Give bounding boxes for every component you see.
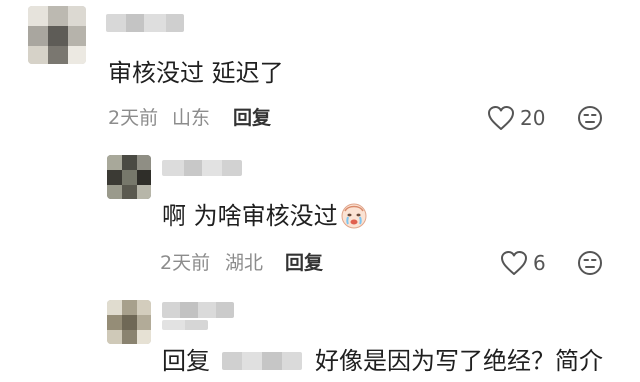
like-count: 6 — [533, 251, 546, 275]
meh-face-icon[interactable] — [577, 105, 603, 131]
comment-text: 好像是因为写了绝经？简介 — [315, 347, 603, 375]
heart-outline-icon[interactable] — [487, 105, 515, 131]
meh-face-icon[interactable] — [577, 250, 603, 276]
comment-text: 啊 为啥审核没过 — [162, 202, 338, 230]
comment-location: 湖北 — [225, 252, 264, 274]
comment-text: 审核没过 延迟了 — [108, 59, 284, 87]
avatar[interactable] — [107, 300, 151, 344]
heart-outline-icon[interactable] — [500, 250, 528, 276]
comment-time: 2天前 — [108, 107, 159, 129]
comment-location: 山东 — [172, 107, 211, 129]
mentioned-user-blurred[interactable] — [222, 352, 302, 370]
comment-time: 2天前 — [160, 252, 211, 274]
username-blurred[interactable] — [106, 14, 184, 32]
reply-prefix: 回复 — [162, 347, 210, 375]
avatar[interactable] — [28, 6, 86, 64]
crying-baby-emoji — [341, 203, 367, 229]
like-count: 20 — [520, 106, 546, 130]
reply-button[interactable]: 回复 — [285, 251, 323, 275]
avatar[interactable] — [107, 155, 151, 199]
username-blurred — [162, 320, 208, 330]
username-blurred[interactable] — [162, 302, 234, 318]
username-blurred[interactable] — [162, 160, 242, 176]
reply-button[interactable]: 回复 — [233, 106, 271, 130]
